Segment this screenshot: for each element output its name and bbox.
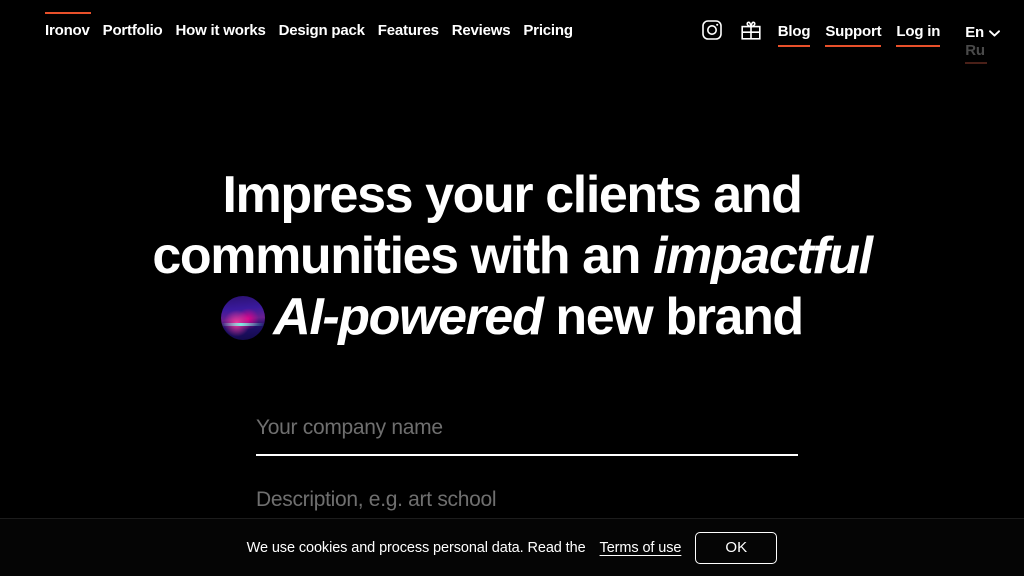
language-current[interactable]: En [965, 24, 1000, 40]
primary-nav: Ironov Portfolio How it works Design pac… [0, 0, 573, 38]
gift-icon[interactable] [739, 18, 763, 42]
language-option-ru[interactable]: Ru [965, 43, 987, 64]
nav-item-features[interactable]: Features [378, 23, 439, 38]
brand-logo-ironov[interactable]: Ironov [45, 12, 91, 39]
headline-line-1: Impress your clients and [222, 166, 802, 224]
nav-item-reviews[interactable]: Reviews [452, 23, 511, 38]
instagram-icon[interactable] [700, 18, 724, 42]
brand-accent-bar [45, 12, 91, 14]
language-current-label: En [965, 23, 984, 41]
nav-item-design-pack[interactable]: Design pack [279, 23, 365, 38]
cookie-consent-banner: We use cookies and process personal data… [0, 518, 1024, 576]
headline-line-2-plain: communities with an [152, 227, 654, 285]
company-name-input[interactable] [256, 408, 798, 448]
company-name-underline [256, 454, 798, 456]
secondary-nav: Blog Support Log in En Ru [700, 0, 1024, 64]
ai-brand-thumbnail [221, 296, 266, 340]
nav-item-pricing[interactable]: Pricing [523, 23, 573, 38]
headline-emphasis-ai-powered: AI-powered [273, 288, 544, 346]
hero-section: Impress your clients and communities wit… [0, 165, 1024, 348]
description-input[interactable] [256, 480, 798, 520]
headline-emphasis-impactful: impactful [653, 227, 873, 285]
cookie-accept-button[interactable]: OK [695, 531, 778, 564]
brand-label: Ironov [45, 22, 90, 39]
nav-item-portfolio[interactable]: Portfolio [103, 23, 163, 38]
chevron-down-icon [989, 25, 1000, 40]
nav-item-how-it-works[interactable]: How it works [176, 23, 266, 38]
page-title: Impress your clients and communities wit… [0, 165, 1024, 348]
headline-line-3-plain: new brand [542, 288, 804, 346]
cookie-message: We use cookies and process personal data… [246, 539, 586, 556]
language-selector[interactable]: En Ru [965, 24, 1000, 64]
nav-link-support[interactable]: Support [825, 24, 882, 47]
site-header: Ironov Portfolio How it works Design pac… [0, 0, 1024, 64]
nav-link-blog[interactable]: Blog [777, 24, 811, 47]
company-name-field [256, 408, 798, 456]
cookie-terms-link[interactable]: Terms of use [600, 540, 682, 556]
nav-link-login[interactable]: Log in [896, 24, 940, 47]
